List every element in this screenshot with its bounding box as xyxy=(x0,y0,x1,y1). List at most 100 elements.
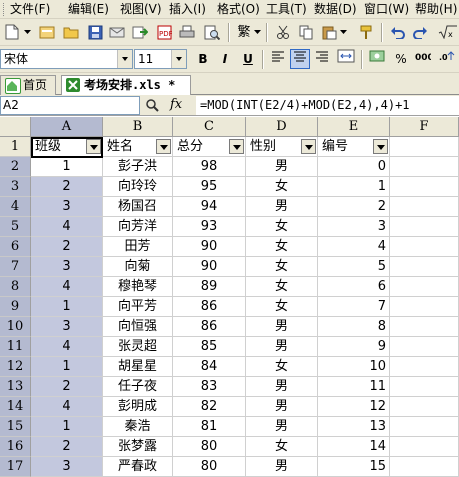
class-cell[interactable]: 4 xyxy=(31,397,103,417)
row-header[interactable]: 6 xyxy=(0,237,31,257)
gender-cell[interactable]: 男 xyxy=(246,317,318,337)
paste-icon[interactable] xyxy=(320,23,338,41)
number-cell[interactable]: 11 xyxy=(318,377,390,397)
gender-cell[interactable]: 男 xyxy=(246,157,318,177)
name-cell[interactable]: 彭子洪 xyxy=(103,157,173,177)
class-cell[interactable]: 3 xyxy=(31,197,103,217)
number-cell[interactable]: 14 xyxy=(318,437,390,457)
gender-cell[interactable]: 女 xyxy=(246,177,318,197)
name-cell[interactable]: 向菊 xyxy=(103,257,173,277)
class-cell[interactable]: 2 xyxy=(31,237,103,257)
row-header[interactable]: 5 xyxy=(0,217,31,237)
undo-icon[interactable] xyxy=(388,23,406,41)
name-cell[interactable]: 向平芳 xyxy=(103,297,173,317)
number-cell[interactable]: 15 xyxy=(318,457,390,477)
empty-cell[interactable] xyxy=(390,277,459,297)
number-cell[interactable]: 1 xyxy=(318,177,390,197)
mail-icon[interactable] xyxy=(108,23,126,41)
name-cell[interactable]: 向玲玲 xyxy=(103,177,173,197)
header-cell[interactable]: 性别 xyxy=(246,137,318,157)
number-cell[interactable]: 0 xyxy=(318,157,390,177)
class-cell[interactable]: 4 xyxy=(31,277,103,297)
class-cell[interactable]: 3 xyxy=(31,457,103,477)
row-header[interactable]: 15 xyxy=(0,417,31,437)
row-header[interactable]: 14 xyxy=(0,397,31,417)
tab-document[interactable]: 考场安排.xls * xyxy=(61,75,191,95)
row-header[interactable]: 12 xyxy=(0,357,31,377)
font-size-select[interactable]: 11 xyxy=(134,49,187,69)
menu-data[interactable]: 数据(D) xyxy=(313,1,358,18)
gender-cell[interactable]: 男 xyxy=(246,457,318,477)
menu-window[interactable]: 窗口(W) xyxy=(363,1,410,18)
currency-icon[interactable] xyxy=(367,49,387,69)
menu-help[interactable]: 帮助(H) xyxy=(414,1,458,18)
empty-cell[interactable] xyxy=(390,257,459,277)
row-header[interactable]: 17 xyxy=(0,457,31,477)
gender-cell[interactable]: 男 xyxy=(246,197,318,217)
percent-icon[interactable]: % xyxy=(391,49,411,69)
increase-decimal-icon[interactable]: .0 xyxy=(438,49,458,69)
header-cell[interactable]: 班级 xyxy=(31,137,103,157)
class-cell[interactable]: 2 xyxy=(31,377,103,397)
number-cell[interactable]: 3 xyxy=(318,217,390,237)
class-cell[interactable]: 4 xyxy=(31,217,103,237)
gender-cell[interactable]: 男 xyxy=(246,397,318,417)
row-header[interactable]: 7 xyxy=(0,257,31,277)
zoom-search-icon[interactable] xyxy=(145,98,159,112)
paste-dropdown-icon[interactable] xyxy=(338,23,348,41)
header-cell[interactable]: 姓名 xyxy=(103,137,173,157)
name-cell[interactable]: 田芳 xyxy=(103,237,173,257)
align-right-icon[interactable] xyxy=(312,49,332,69)
number-cell[interactable]: 5 xyxy=(318,257,390,277)
name-cell[interactable]: 张灵超 xyxy=(103,337,173,357)
export-icon[interactable] xyxy=(131,23,149,41)
column-header-a[interactable]: A xyxy=(31,117,103,137)
open-folder-icon[interactable] xyxy=(62,23,80,41)
column-header-c[interactable]: C xyxy=(173,117,246,137)
save-icon[interactable] xyxy=(86,23,104,41)
menu-view[interactable]: 视图(V) xyxy=(119,1,163,18)
class-cell[interactable]: 3 xyxy=(31,257,103,277)
empty-cell[interactable] xyxy=(390,377,459,397)
class-cell[interactable]: 1 xyxy=(31,417,103,437)
pdf-icon[interactable]: PDF xyxy=(155,23,173,41)
row-header[interactable]: 10 xyxy=(0,317,31,337)
score-cell[interactable]: 82 xyxy=(173,397,246,417)
empty-cell[interactable] xyxy=(390,297,459,317)
empty-cell[interactable] xyxy=(390,417,459,437)
empty-cell[interactable] xyxy=(390,197,459,217)
empty-cell[interactable] xyxy=(390,457,459,477)
empty-cell[interactable] xyxy=(390,217,459,237)
number-cell[interactable]: 2 xyxy=(318,197,390,217)
chevron-down-icon[interactable] xyxy=(171,50,186,68)
sqrt-icon[interactable]: x xyxy=(437,23,459,41)
name-cell[interactable]: 彭明成 xyxy=(103,397,173,417)
select-all-corner[interactable] xyxy=(0,117,31,137)
formula-input[interactable]: =MOD(INT(E2/4)+MOD(E2,4),4)+1 xyxy=(196,96,459,115)
empty-cell[interactable] xyxy=(390,237,459,257)
empty-cell[interactable] xyxy=(390,437,459,457)
name-cell[interactable]: 任子夜 xyxy=(103,377,173,397)
empty-cell[interactable] xyxy=(390,357,459,377)
gender-cell[interactable]: 女 xyxy=(246,297,318,317)
menu-format[interactable]: 格式(O) xyxy=(216,1,261,18)
align-left-icon[interactable] xyxy=(268,49,288,69)
merge-center-icon[interactable] xyxy=(335,49,357,69)
score-cell[interactable]: 86 xyxy=(173,297,246,317)
row-header[interactable]: 9 xyxy=(0,297,31,317)
number-cell[interactable]: 9 xyxy=(318,337,390,357)
italic-button[interactable]: I xyxy=(215,49,235,69)
underline-button[interactable]: U xyxy=(238,49,258,69)
class-cell[interactable]: 1 xyxy=(31,357,103,377)
redo-icon[interactable] xyxy=(411,23,429,41)
gender-cell[interactable]: 女 xyxy=(246,257,318,277)
row-header[interactable]: 16 xyxy=(0,437,31,457)
name-cell[interactable]: 张梦露 xyxy=(103,437,173,457)
new-dropdown-icon[interactable] xyxy=(22,23,32,41)
menu-edit[interactable]: 编辑(E) xyxy=(67,1,110,18)
score-cell[interactable]: 84 xyxy=(173,357,246,377)
row-header[interactable]: 1 xyxy=(0,137,31,157)
gender-cell[interactable]: 女 xyxy=(246,437,318,457)
gender-cell[interactable]: 女 xyxy=(246,357,318,377)
row-header[interactable]: 13 xyxy=(0,377,31,397)
